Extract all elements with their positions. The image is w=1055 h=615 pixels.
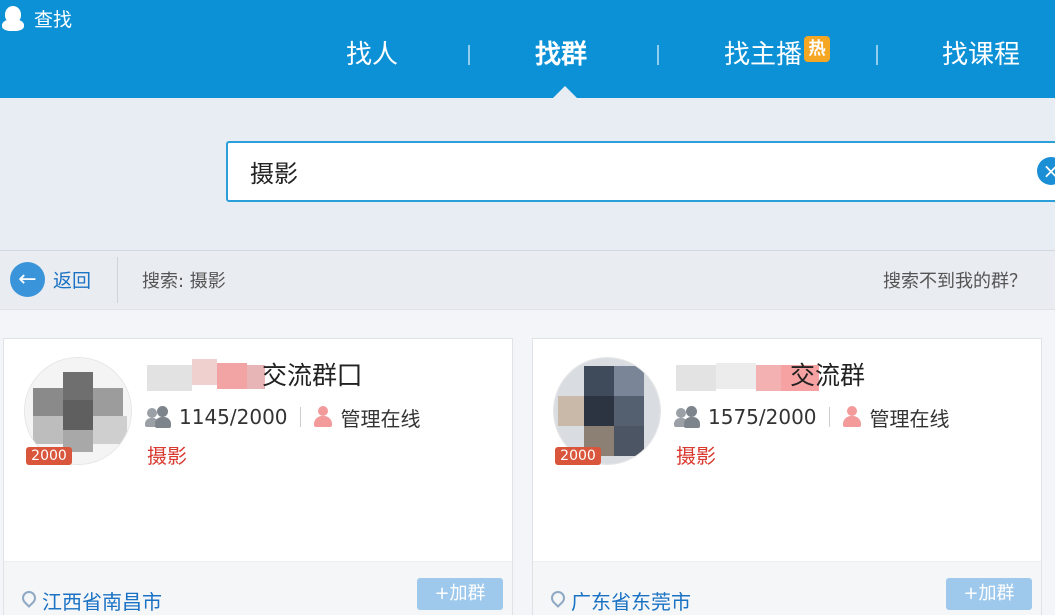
meta-divider <box>299 407 301 427</box>
group-name[interactable]: 交流群囗 <box>262 356 362 392</box>
location-text: 江西省南昌市 <box>42 590 162 614</box>
tab-find-streamer-label: 找主播 <box>724 40 803 70</box>
clear-search-icon[interactable]: × <box>1037 157 1055 185</box>
arrow-left-icon: ← <box>10 262 45 297</box>
qq-penguin-icon <box>2 5 24 32</box>
group-location: 江西省南昌市 <box>19 586 162 615</box>
window-title-text: 查找 <box>34 9 73 31</box>
admin-icon <box>313 406 333 428</box>
member-count: 1145/2000 <box>179 405 288 429</box>
group-size-badge: 2000 <box>555 447 601 465</box>
tab-find-people[interactable]: 找人 <box>346 36 398 74</box>
location-text: 广东省东莞市 <box>571 590 691 614</box>
join-group-button[interactable]: +加群 <box>946 578 1032 610</box>
toolbar-divider <box>117 257 118 303</box>
hot-badge: 热 <box>804 36 831 62</box>
admin-icon <box>842 406 862 428</box>
search-category-tabs: 找人 找群 找主播热 找课程 <box>0 36 1055 76</box>
tab-divider <box>657 45 659 65</box>
card-footer: 广东省东莞市 +加群 <box>533 561 1041 615</box>
search-box: × <box>226 141 1055 202</box>
group-size-badge: 2000 <box>26 447 72 465</box>
header-bar: 查找 找人 找群 找主播热 找课程 <box>0 0 1055 98</box>
back-button[interactable]: ← 返回 <box>10 262 91 297</box>
group-meta: 1145/2000 管理在线 <box>145 404 421 431</box>
results-list: 2000 交流群囗 1145/2000 管理在线 摄影 江西省南昌市 +加群 2… <box>0 310 1055 615</box>
location-pin-icon <box>548 587 568 611</box>
active-tab-caret <box>553 86 577 98</box>
location-pin-icon <box>19 587 39 611</box>
tab-find-courses[interactable]: 找课程 <box>942 36 1020 74</box>
group-name[interactable]: 交流群 <box>790 356 865 392</box>
members-icon <box>145 406 171 428</box>
window-title: 查找 <box>2 5 72 32</box>
members-icon <box>674 406 700 428</box>
admin-status: 管理在线 <box>869 406 950 431</box>
card-footer: 江西省南昌市 +加群 <box>4 561 512 615</box>
member-count: 1575/2000 <box>708 405 817 429</box>
admin-status: 管理在线 <box>340 406 421 431</box>
group-card[interactable]: 2000 交流群 1575/2000 管理在线 摄影 广东省东莞市 +加群 <box>532 338 1042 615</box>
meta-divider <box>828 407 830 427</box>
tab-divider <box>468 45 470 65</box>
tab-divider <box>876 45 878 65</box>
blurred-name-part <box>147 353 267 395</box>
tab-find-streamer[interactable]: 找主播热 <box>724 36 831 74</box>
back-label: 返回 <box>53 270 92 292</box>
search-input[interactable] <box>250 143 1030 200</box>
tab-find-groups[interactable]: 找群 <box>535 36 587 74</box>
cant-find-group-link[interactable]: 搜索不到我的群？ <box>883 267 1027 293</box>
search-area: × <box>0 98 1055 250</box>
group-tag: 摄影 <box>676 444 716 468</box>
group-tag: 摄影 <box>147 444 187 468</box>
search-term-label: 搜索: 摄影 <box>142 271 226 292</box>
result-toolbar: ← 返回 搜索: 摄影 搜索不到我的群？ <box>0 250 1055 310</box>
join-group-button[interactable]: +加群 <box>417 578 503 610</box>
group-location: 广东省东莞市 <box>548 586 691 615</box>
group-meta: 1575/2000 管理在线 <box>674 404 950 431</box>
group-card[interactable]: 2000 交流群囗 1145/2000 管理在线 摄影 江西省南昌市 +加群 <box>3 338 513 615</box>
